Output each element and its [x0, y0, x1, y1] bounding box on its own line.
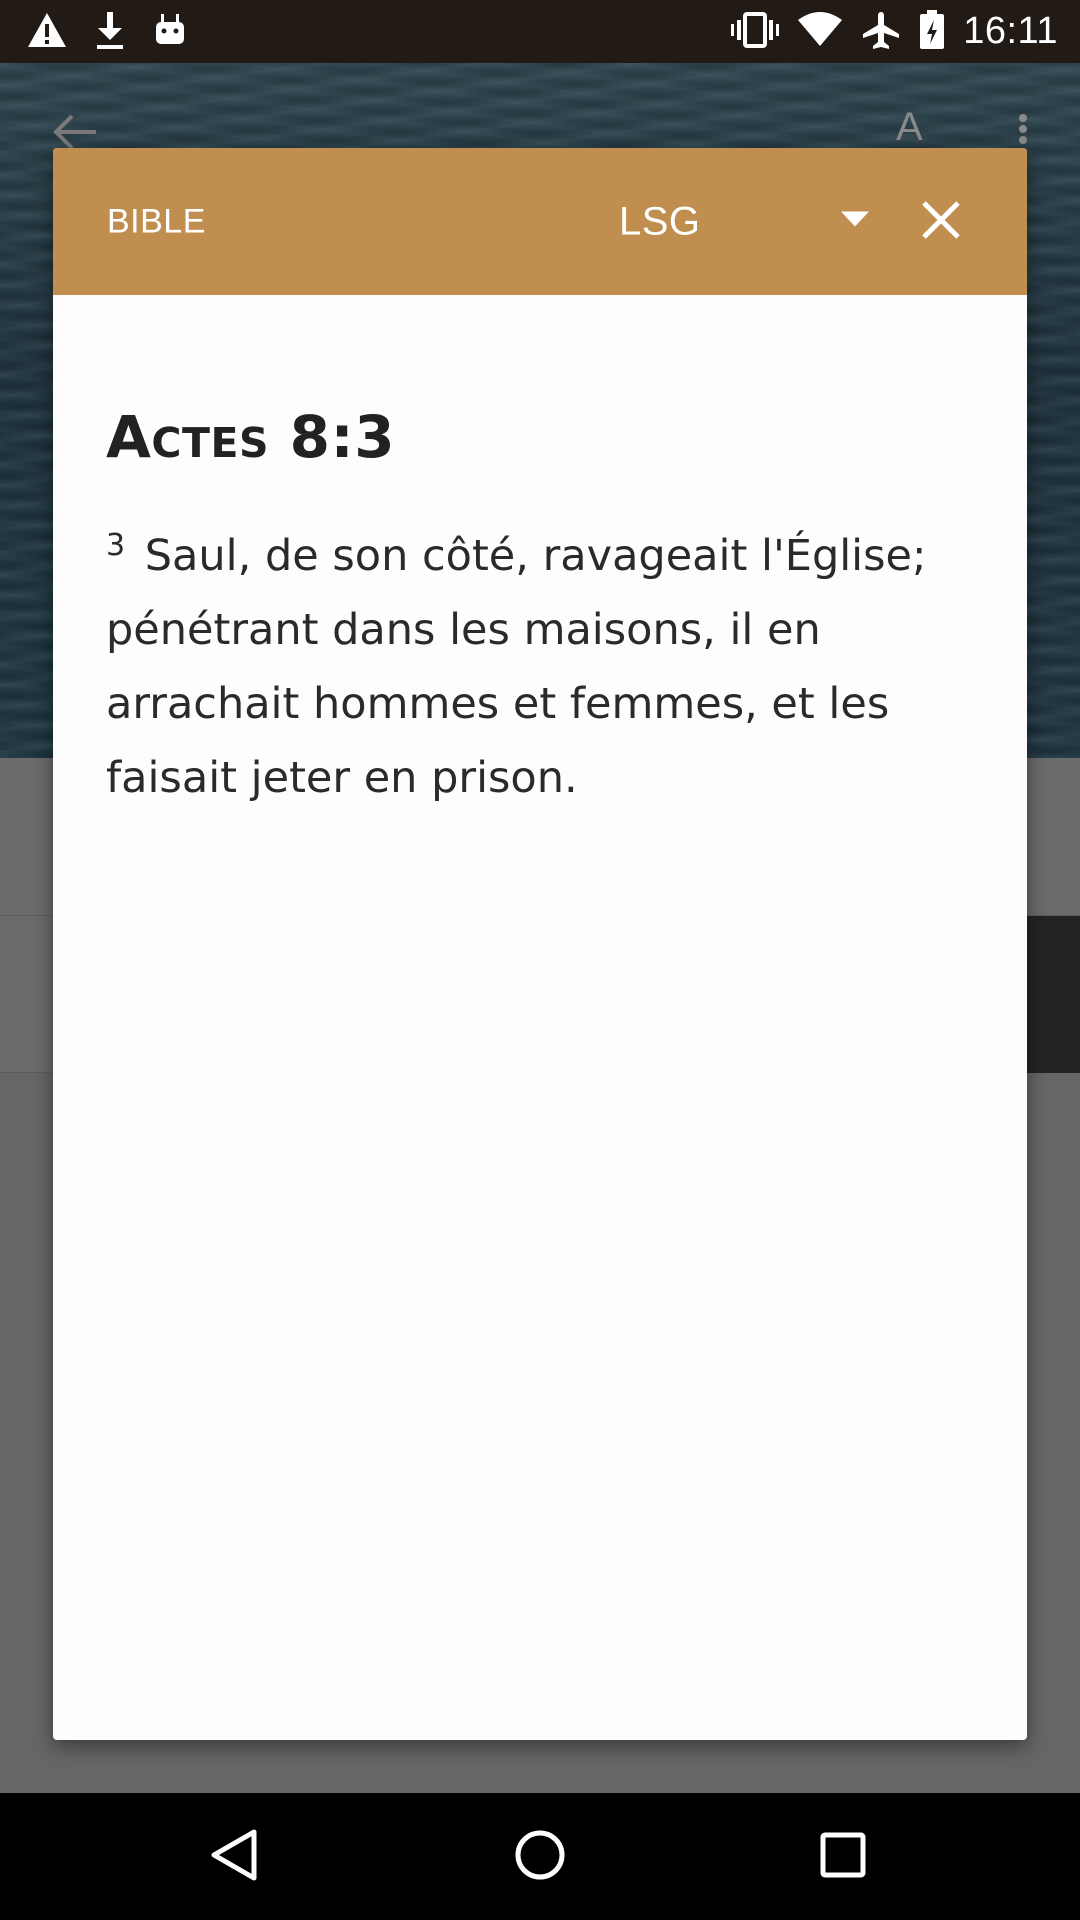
warning-icon: [26, 11, 68, 53]
airplane-icon: [861, 10, 901, 54]
bible-verse-dialog: BIBLE LSG Actes 8:3 3 Saul, de son côté,…: [53, 148, 1027, 1740]
home-icon[interactable]: [514, 1829, 566, 1885]
wifi-icon: [797, 11, 843, 52]
chevron-down-icon: [841, 211, 869, 232]
verse-text: Saul, de son côté, ravageait l'Église; p…: [106, 531, 927, 803]
status-bar: 16:11: [0, 0, 1080, 63]
verse-text-block: 3 Saul, de son côté, ravageait l'Église;…: [106, 519, 977, 815]
background-row-accent: [1026, 916, 1080, 1073]
version-label: LSG: [619, 199, 701, 243]
vibrate-icon: [731, 11, 780, 52]
version-selector[interactable]: LSG: [619, 199, 869, 244]
background-more-icon: [1016, 114, 1030, 148]
navigation-bar: [0, 1793, 1080, 1920]
back-icon[interactable]: [210, 1829, 258, 1885]
status-time: 16:11: [963, 10, 1058, 52]
recents-icon[interactable]: [820, 1832, 866, 1882]
status-left: [26, 10, 188, 54]
dialog-title: BIBLE: [107, 202, 206, 240]
dialog-body: Actes 8:3 3 Saul, de son côté, ravageait…: [53, 295, 1027, 815]
status-right: 16:11: [731, 9, 1058, 54]
battery-icon: [919, 9, 945, 54]
screen: 16:11 A BIBLE LSG Actes 8:3 3 Saul, de s…: [0, 0, 1080, 1920]
android-icon: [152, 12, 188, 52]
close-icon[interactable]: [921, 200, 961, 244]
verse-reference-title: Actes 8:3: [106, 403, 396, 471]
verse-number: 3: [106, 527, 126, 563]
dialog-header: BIBLE LSG: [53, 148, 1027, 295]
download-icon: [94, 10, 126, 54]
background-font-size-button: A: [896, 105, 923, 149]
